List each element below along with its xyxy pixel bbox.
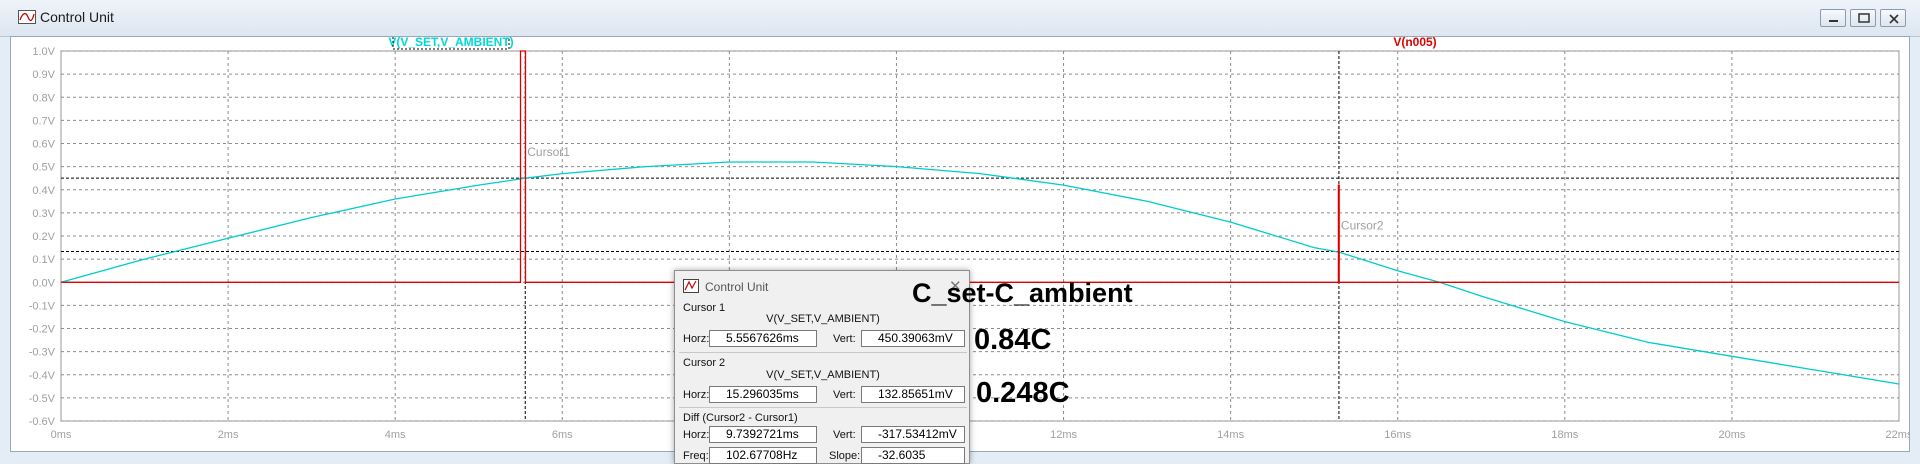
slope-label: Slope: bbox=[829, 450, 861, 462]
y-tick-label: 0.3V bbox=[32, 208, 55, 220]
cursor2-group-title: Cursor 2 bbox=[683, 357, 726, 369]
close-icon bbox=[1889, 14, 1899, 24]
x-tick-label: 18ms bbox=[1551, 429, 1578, 441]
waveform-app-icon bbox=[18, 10, 36, 24]
y-tick-label: -0.3V bbox=[29, 347, 56, 359]
diff-group-title: Diff (Cursor2 - Cursor1) bbox=[683, 412, 798, 424]
x-tick-label: 16ms bbox=[1384, 429, 1411, 441]
cursor1-vert-field[interactable]: 450.39063mV bbox=[861, 330, 965, 347]
maximize-button[interactable] bbox=[1850, 9, 1876, 27]
slope-field[interactable]: -32.6035 bbox=[861, 447, 965, 464]
y-tick-label: 0.9V bbox=[32, 69, 55, 81]
trace-label-v-set-v-ambient[interactable]: V(V_SET,V_AMBIENT) bbox=[388, 35, 513, 49]
y-tick-label: -0.5V bbox=[29, 393, 56, 405]
annotation-title: C_set-C_ambient bbox=[912, 278, 1133, 308]
cursor-label: Cursor1 bbox=[527, 145, 570, 159]
annotation-value1: 0.84C bbox=[974, 324, 1052, 356]
x-tick-label: 4ms bbox=[385, 429, 406, 441]
minimize-icon bbox=[1829, 20, 1838, 22]
cursor2-vert-label: Vert: bbox=[833, 389, 856, 401]
y-tick-label: 0.7V bbox=[32, 115, 55, 127]
diff-vert-label: Vert: bbox=[833, 429, 856, 441]
cursor2-signal: V(V_SET,V_AMBIENT) bbox=[766, 369, 880, 381]
separator bbox=[679, 407, 967, 408]
y-tick-label: -0.4V bbox=[29, 370, 56, 382]
control-unit-window: Control Unit 1.0V 0.9V 0.8V 0.7V 0.6V 0.5V 0.4… bbox=[0, 0, 1920, 464]
trace-label-v-n005[interactable]: V(n005) bbox=[1393, 35, 1436, 49]
y-tick-label: 0.5V bbox=[32, 162, 55, 174]
cursor2-vert-field[interactable]: 132.85651mV bbox=[861, 386, 965, 403]
title-bar[interactable]: Control Unit bbox=[0, 0, 1920, 37]
cursor1-horz-label: Horz: bbox=[683, 333, 710, 345]
y-tick-label: -0.1V bbox=[29, 300, 56, 312]
dialog-title: Control Unit bbox=[705, 280, 769, 294]
cursor1-horz-field[interactable]: 5.5567626ms bbox=[709, 330, 817, 347]
x-tick-label: 14ms bbox=[1217, 429, 1244, 441]
y-tick-label: 0.1V bbox=[32, 254, 55, 266]
diff-horz-field[interactable]: 9.7392721ms bbox=[709, 426, 817, 443]
cursor2-horz-label: Horz: bbox=[683, 389, 710, 401]
y-tick-label: 0.2V bbox=[32, 231, 55, 243]
y-tick-label: 0.0V bbox=[32, 277, 55, 289]
cursor1-vert-label: Vert: bbox=[833, 333, 856, 345]
separator bbox=[679, 352, 967, 353]
cursor-label: Cursor2 bbox=[1341, 219, 1384, 233]
annotation-value2: 0.248C bbox=[976, 377, 1070, 409]
freq-label: Freq: bbox=[683, 450, 709, 462]
window-title: Control Unit bbox=[40, 9, 114, 25]
y-tick-label: 0.4V bbox=[32, 185, 55, 197]
x-tick-label: 6ms bbox=[552, 429, 573, 441]
cursor-dialog-icon bbox=[683, 279, 699, 293]
x-tick-label: 20ms bbox=[1718, 429, 1745, 441]
restore-icon bbox=[1858, 13, 1870, 23]
diff-vert-field[interactable]: -317.53412mV bbox=[861, 426, 965, 443]
x-tick-label: 2ms bbox=[218, 429, 239, 441]
y-tick-label: -0.6V bbox=[29, 416, 56, 428]
freq-field[interactable]: 102.67708Hz bbox=[709, 447, 817, 464]
y-tick-label: 0.8V bbox=[32, 92, 55, 104]
y-tick-label: -0.2V bbox=[29, 324, 56, 336]
y-tick-label: 0.6V bbox=[32, 139, 55, 151]
x-tick-label: 0ms bbox=[51, 429, 72, 441]
y-tick-label: 1.0V bbox=[32, 46, 55, 58]
close-button[interactable] bbox=[1880, 9, 1906, 27]
cursor1-signal: V(V_SET,V_AMBIENT) bbox=[766, 313, 880, 325]
x-tick-label: 22ms bbox=[1886, 429, 1909, 441]
cursor2-horz-field[interactable]: 15.296035ms bbox=[709, 386, 817, 403]
x-tick-label: 12ms bbox=[1050, 429, 1077, 441]
diff-horz-label: Horz: bbox=[683, 429, 710, 441]
minimize-button[interactable] bbox=[1820, 9, 1846, 27]
